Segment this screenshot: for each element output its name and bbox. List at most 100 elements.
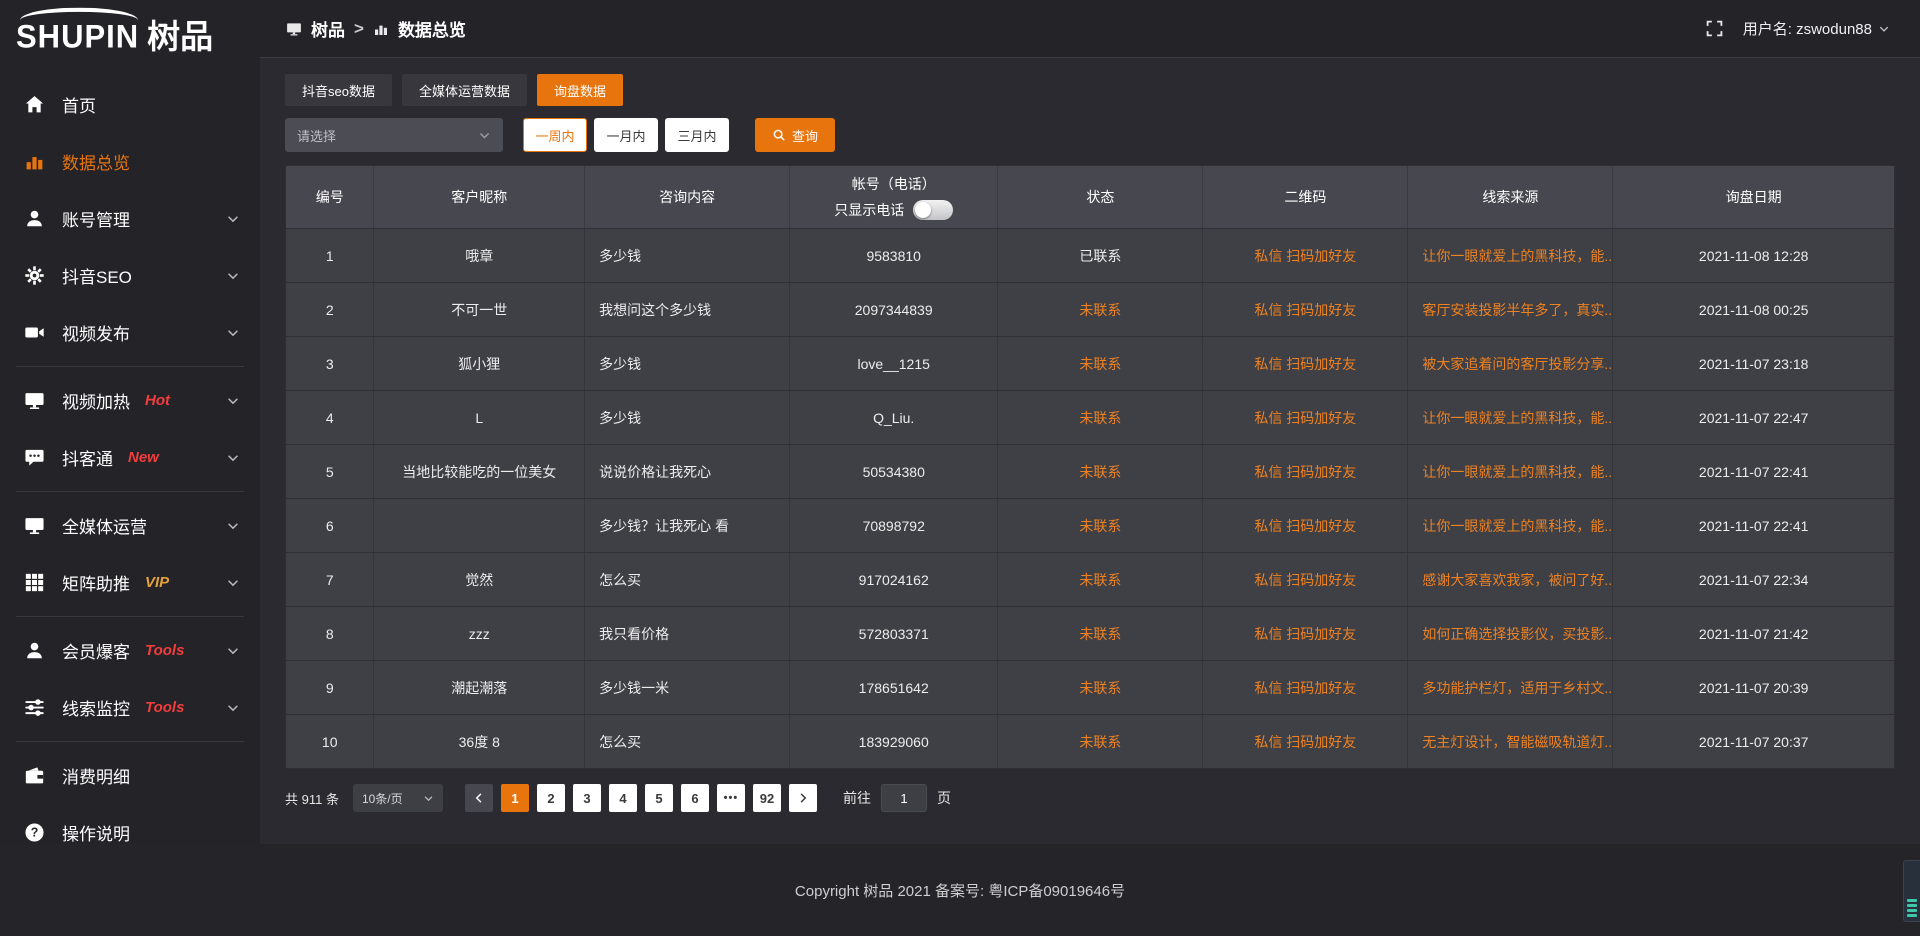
svg-text:?: ? [31,826,39,840]
cell-id: 5 [286,445,374,498]
sidebar-item-label: 抖音SEO [62,263,132,288]
cell-qr[interactable]: 私信 扫码加好友 [1203,553,1408,606]
video-icon [24,322,45,343]
tab-2[interactable]: 询盘数据 [537,74,623,106]
range-button-1[interactable]: 一月内 [594,118,658,152]
user-menu[interactable]: 用户名: zswodun88 [1743,18,1890,39]
range-button-0[interactable]: 一周内 [523,118,587,152]
sidebar: SHUPIN 树品 首页 数据总览 账号管理 抖音SEO 视频发布 视频加热Ho… [0,0,260,844]
cell-source[interactable]: 让你一眼就爱上的黑科技，能... [1408,229,1613,282]
cell-qr[interactable]: 私信 扫码加好友 [1203,391,1408,444]
sidebar-divider [16,616,244,617]
cell-account: 917024162 [790,553,998,606]
tab-1[interactable]: 全媒体运营数据 [402,74,527,106]
cell-qr[interactable]: 私信 扫码加好友 [1203,607,1408,660]
sidebar-item-member-baoke[interactable]: 会员爆客Tools [0,622,260,679]
column-header-0: 编号 [286,166,374,228]
cell-status: 未联系 [998,661,1203,714]
sidebar-divider [16,366,244,367]
monitor-icon [286,21,302,37]
sliders-icon [24,697,45,718]
phone-only-label: 只显示电话 [834,200,904,220]
cell-content: 我只看价格 [585,607,790,660]
bar-chart-icon [373,21,389,37]
cell-qr[interactable]: 私信 扫码加好友 [1203,283,1408,336]
sidebar-item-label: 数据总览 [62,149,130,174]
sidebar-item-matrix-boost[interactable]: 矩阵助推VIP [0,554,260,611]
cell-source[interactable]: 让你一眼就爱上的黑科技，能... [1408,499,1613,552]
cell-source[interactable]: 感谢大家喜欢我家，被问了好... [1408,553,1613,606]
next-page-button[interactable] [789,784,817,812]
tab-0[interactable]: 抖音seo数据 [285,74,392,106]
inquiry-table: 编号客户昵称咨询内容帐号（电话） 只显示电话 状态二维码线索来源询盘日期 1哦章… [285,165,1895,769]
cell-source[interactable]: 如何正确选择投影仪，买投影... [1408,607,1613,660]
prev-page-button[interactable] [465,784,493,812]
cell-source[interactable]: 客厅安装投影半年多了，真实... [1408,283,1613,336]
page-button-92[interactable]: 92 [753,784,781,812]
page-button-1[interactable]: 1 [501,784,529,812]
sidebar-nav: 首页 数据总览 账号管理 抖音SEO 视频发布 视频加热Hot 抖客通New 全… [0,72,260,844]
page-button-4[interactable]: 4 [609,784,637,812]
jump-page-input[interactable] [881,784,927,812]
page-button-5[interactable]: 5 [645,784,673,812]
cell-source[interactable]: 无主灯设计，智能磁吸轨道灯... [1408,715,1613,768]
cell-date: 2021-11-07 22:41 [1613,499,1894,552]
cell-qr[interactable]: 私信 扫码加好友 [1203,499,1408,552]
page-button-3[interactable]: 3 [573,784,601,812]
cell-qr[interactable]: 私信 扫码加好友 [1203,445,1408,498]
cell-nickname: 36度 8 [374,715,585,768]
sidebar-item-account-manage[interactable]: 账号管理 [0,190,260,247]
cell-qr[interactable]: 私信 扫码加好友 [1203,715,1408,768]
sidebar-item-doukertong[interactable]: 抖客通New [0,429,260,486]
cell-source[interactable]: 让你一眼就爱上的黑科技，能... [1408,391,1613,444]
breadcrumb-root[interactable]: 树品 [311,16,345,41]
cell-account: 70898792 [790,499,998,552]
cell-source[interactable]: 被大家追着问的客厅投影分享... [1408,337,1613,390]
search-button[interactable]: 查询 [755,118,835,152]
sidebar-item-media-ops[interactable]: 全媒体运营 [0,497,260,554]
page-ellipsis[interactable]: ••• [717,784,745,812]
sidebar-item-clue-monitor[interactable]: 线索监控Tools [0,679,260,736]
table-row: 6多少钱？让我死心 看70898792未联系私信 扫码加好友让你一眼就爱上的黑科… [286,498,1894,552]
sidebar-item-label: 会员爆客 [62,638,130,663]
page-button-6[interactable]: 6 [681,784,709,812]
cell-nickname: zzz [374,607,585,660]
pagination: 共 911 条 10条/页 123456•••92 前往 页 [285,784,1895,812]
cell-qr[interactable]: 私信 扫码加好友 [1203,661,1408,714]
cell-nickname: 狐小狸 [374,337,585,390]
chart-icon [24,151,45,172]
page-size-select[interactable]: 10条/页 [353,784,443,812]
cell-qr[interactable]: 私信 扫码加好友 [1203,229,1408,282]
cell-date: 2021-11-08 00:25 [1613,283,1894,336]
cell-source[interactable]: 多功能护栏灯，适用于乡村文... [1408,661,1613,714]
fullscreen-icon[interactable] [1706,20,1723,37]
column-header-6: 线索来源 [1408,166,1613,228]
jump-label: 前往 [843,788,871,808]
chevron-down-icon [226,394,240,408]
sidebar-item-help-doc[interactable]: ? 操作说明 [0,804,260,844]
sidebar-item-video-publish[interactable]: 视频发布 [0,304,260,361]
sidebar-item-video-heat[interactable]: 视频加热Hot [0,372,260,429]
gear-icon [24,265,45,286]
cell-source[interactable]: 让你一眼就爱上的黑科技，能... [1408,445,1613,498]
column-header-1: 客户昵称 [374,166,585,228]
sidebar-item-data-overview[interactable]: 数据总览 [0,133,260,190]
sidebar-item-label: 操作说明 [62,820,130,844]
cell-nickname: 潮起潮落 [374,661,585,714]
page-button-2[interactable]: 2 [537,784,565,812]
logo-text-en: SHUPIN [16,20,139,53]
nav-badge: VIP [145,574,169,591]
sidebar-item-expense-detail[interactable]: 消费明细 [0,747,260,804]
cell-status: 未联系 [998,337,1203,390]
filter-select[interactable]: 请选择 [285,118,503,152]
phone-only-toggle[interactable] [913,200,953,220]
breadcrumb-current: 数据总览 [398,16,466,41]
cell-account: Q_Liu. [790,391,998,444]
sidebar-item-home[interactable]: 首页 [0,76,260,133]
copyright-text: Copyright 树品 2021 备案号: 粤ICP备09019646号 [795,880,1125,901]
sidebar-item-douyin-seo[interactable]: 抖音SEO [0,247,260,304]
nav-badge: Tools [145,699,184,716]
cell-qr[interactable]: 私信 扫码加好友 [1203,337,1408,390]
search-button-label: 查询 [792,126,818,145]
range-button-2[interactable]: 三月内 [665,118,729,152]
